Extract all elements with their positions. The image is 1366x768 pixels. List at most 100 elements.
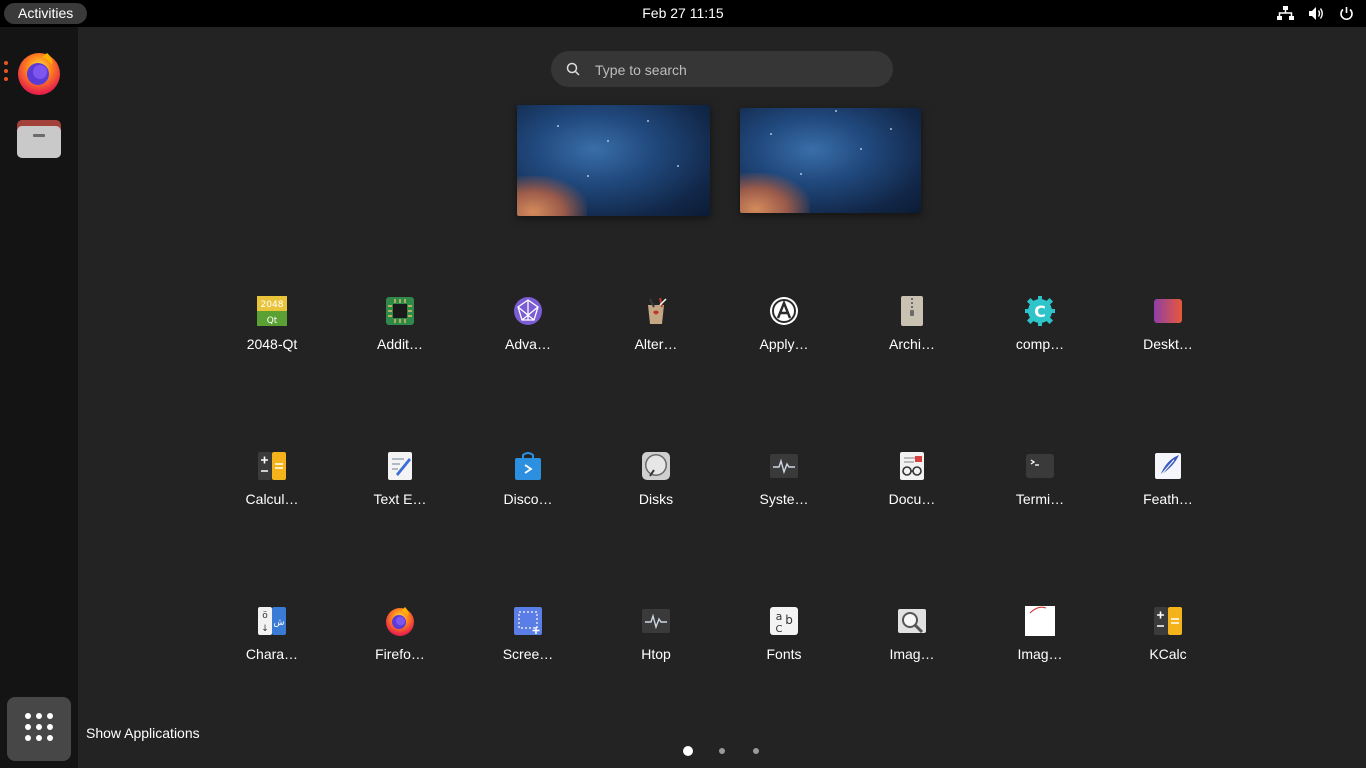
chip-icon (386, 297, 414, 325)
app-image-editor[interactable]: Imag… (985, 605, 1095, 675)
svg-text:C: C (776, 624, 783, 635)
app-disks[interactable]: Disks (601, 450, 711, 520)
app-label: Archi… (889, 336, 935, 352)
workspace-thumbnail-1[interactable] (517, 105, 710, 216)
workspace-thumbnail-2[interactable] (740, 108, 921, 213)
app-image-viewer[interactable]: Imag… (857, 605, 967, 675)
app-label: Apply… (759, 336, 809, 352)
app-discover[interactable]: Disco… (473, 450, 583, 520)
screenshot-icon (514, 607, 542, 635)
app-feather[interactable]: Feath… (1113, 450, 1223, 520)
firefox-icon (386, 607, 414, 636)
app-label: Syste… (759, 491, 809, 507)
svg-text:b: b (785, 613, 793, 627)
app-htop[interactable]: Htop (601, 605, 711, 675)
app-additional-drivers[interactable]: Addit… (345, 295, 455, 365)
dock-firefox[interactable] (14, 47, 64, 97)
app-label: Firefo… (375, 646, 425, 662)
app-alternatives[interactable]: Alter… (601, 295, 711, 365)
app-label: Addit… (377, 336, 423, 352)
app-label: Feath… (1143, 491, 1193, 507)
terminal-icon (1026, 454, 1054, 478)
power-icon[interactable] (1339, 6, 1354, 21)
feather-icon (1155, 453, 1181, 479)
disks-icon (642, 452, 670, 480)
volume-icon[interactable] (1308, 6, 1325, 21)
app-label: Calcul… (245, 491, 299, 507)
app-calculator[interactable]: Calcul… (217, 450, 327, 520)
app-label: Disks (638, 491, 674, 507)
app-label: comp… (1015, 336, 1065, 352)
search-input[interactable] (593, 51, 877, 89)
grid-icon (25, 713, 53, 741)
app-label: Alter… (634, 336, 678, 352)
clock[interactable]: Feb 27 11:15 (0, 0, 1366, 27)
system-monitor-icon (770, 454, 798, 478)
app-label: Disco… (503, 491, 553, 507)
page-dot-1[interactable] (683, 746, 693, 756)
svg-text:C: C (1034, 302, 1046, 321)
svg-text:Qt: Qt (267, 316, 278, 326)
app-label: Deskt… (1143, 336, 1193, 352)
app-characters[interactable]: ö ↓ ش Chara… (217, 605, 327, 675)
app-kcalc[interactable]: KCalc (1113, 605, 1223, 675)
app-label: 2048-Qt (246, 336, 298, 352)
show-applications-button[interactable] (7, 697, 71, 761)
app-screenshot[interactable]: Scree… (473, 605, 583, 675)
search-bar[interactable] (551, 51, 893, 89)
show-applications-tooltip: Show Applications (86, 725, 200, 741)
fonts-icon: a bC (770, 607, 798, 635)
2048-icon: 2048 Qt (257, 296, 287, 326)
app-2048-qt[interactable]: 2048 Qt 2048-Qt (217, 295, 327, 365)
app-system-monitor[interactable]: Syste… (729, 450, 839, 520)
htop-icon (642, 609, 670, 633)
app-document-viewer[interactable]: Docu… (857, 450, 967, 520)
app-archive-manager[interactable]: Archi… (857, 295, 967, 365)
svg-text:2048: 2048 (261, 300, 284, 310)
app-desktop[interactable]: Deskt… (1113, 295, 1223, 365)
app-firefox[interactable]: Firefo… (345, 605, 455, 675)
app-label: Fonts (766, 646, 802, 662)
svg-text:↓: ↓ (261, 624, 269, 634)
page-dot-2[interactable] (719, 748, 725, 754)
svg-text:ö: ö (262, 611, 268, 621)
svg-text:a: a (776, 610, 783, 623)
kcalc-icon (1154, 607, 1182, 635)
network-icon[interactable] (1277, 6, 1294, 21)
search-icon (566, 62, 580, 76)
firefox-icon (18, 53, 60, 95)
calculator-icon (258, 452, 286, 480)
app-label: Chara… (245, 646, 299, 662)
archive-icon (901, 296, 923, 326)
app-label: Scree… (502, 646, 554, 662)
svg-text:ش: ش (274, 618, 285, 628)
document-viewer-icon (900, 452, 924, 480)
app-terminal[interactable]: Termi… (985, 450, 1095, 520)
alternatives-icon (648, 297, 667, 324)
app-label: Htop (641, 646, 671, 662)
desktop-gradient-icon (1154, 299, 1182, 323)
system-tray[interactable] (1277, 5, 1354, 22)
dock-files[interactable] (14, 114, 64, 164)
software-bag-icon (515, 452, 541, 480)
top-bar: Activities Feb 27 11:15 (0, 0, 1366, 27)
characters-icon: ö ↓ ش (258, 607, 286, 635)
app-label: Adva… (505, 336, 551, 352)
image-blank-icon (1025, 606, 1055, 636)
app-label: Imag… (1017, 646, 1063, 662)
app-compiz-config[interactable]: C comp… (985, 295, 1095, 365)
text-editor-icon (388, 452, 412, 480)
running-indicator (4, 61, 9, 85)
app-label: Termi… (1015, 491, 1065, 507)
page-dot-3[interactable] (753, 748, 759, 754)
gear-c-icon: C (1025, 296, 1055, 326)
network-globe-icon (514, 297, 542, 325)
dock (0, 27, 78, 768)
app-label: Text E… (373, 491, 427, 507)
app-label: Docu… (888, 491, 936, 507)
app-text-editor[interactable]: Text E… (345, 450, 455, 520)
app-label: KCalc (1149, 646, 1187, 662)
app-apply-updates[interactable]: Apply… (729, 295, 839, 365)
app-advanced-network[interactable]: Adva… (473, 295, 583, 365)
app-fonts[interactable]: abC Fonts (729, 605, 839, 675)
